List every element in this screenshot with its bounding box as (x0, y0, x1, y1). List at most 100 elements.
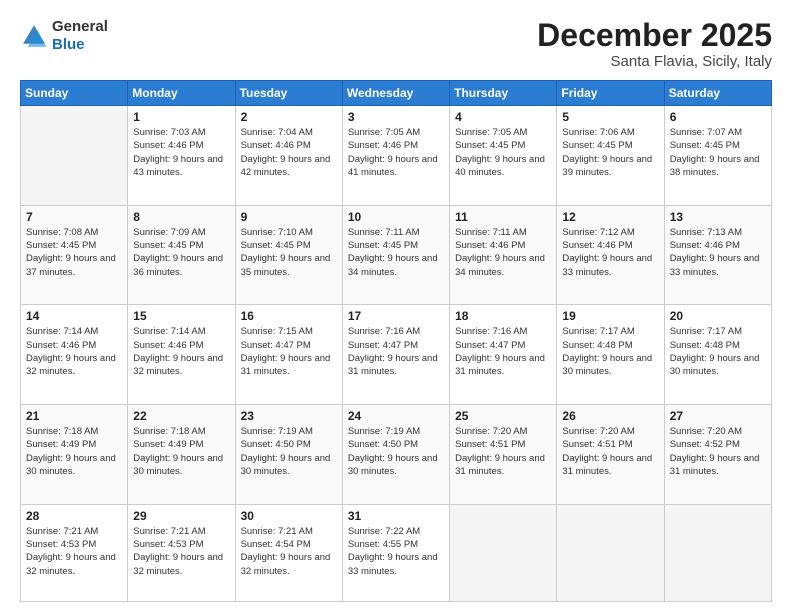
calendar-cell: 28Sunrise: 7:21 AMSunset: 4:53 PMDayligh… (21, 504, 128, 601)
day-info: Sunrise: 7:08 AMSunset: 4:45 PMDaylight:… (26, 226, 122, 279)
calendar-cell: 19Sunrise: 7:17 AMSunset: 4:48 PMDayligh… (557, 305, 664, 405)
calendar-cell: 29Sunrise: 7:21 AMSunset: 4:53 PMDayligh… (128, 504, 235, 601)
day-number: 15 (133, 309, 229, 323)
day-number: 22 (133, 409, 229, 423)
title-block: December 2025 Santa Flavia, Sicily, Ital… (537, 18, 772, 70)
weekday-header-sunday: Sunday (21, 81, 128, 106)
calendar-cell: 15Sunrise: 7:14 AMSunset: 4:46 PMDayligh… (128, 305, 235, 405)
calendar-cell (557, 504, 664, 601)
calendar-cell: 25 Sunrise: 7:20 AMSunset: 4:51 PMDayligh… (450, 405, 557, 505)
logo-text: General Blue (52, 18, 108, 54)
day-number: 9 (241, 210, 337, 224)
day-number: 13 (670, 210, 766, 224)
calendar-cell: 6 Sunrise: 7:07 AMSunset: 4:45 PMDaylight… (664, 106, 771, 206)
day-number: 14 (26, 309, 122, 323)
day-info: Sunrise: 7:15 AMSunset: 4:47 PMDaylight:… (241, 325, 337, 378)
calendar-cell: 23 Sunrise: 7:19 AMSunset: 4:50 PMDayligh… (235, 405, 342, 505)
weekday-header-monday: Monday (128, 81, 235, 106)
calendar-cell: 21 Sunrise: 7:18 AMSunset: 4:49 PMDayligh… (21, 405, 128, 505)
calendar-cell: 5 Sunrise: 7:06 AMSunset: 4:45 PMDaylight… (557, 106, 664, 206)
logo-general-text: General (52, 18, 108, 35)
day-info: Sunrise: 7:05 AMSunset: 4:46 PMDaylight:… (348, 126, 444, 179)
day-number: 18 (455, 309, 551, 323)
day-info: Sunrise: 7:20 AMSunset: 4:51 PMDaylight:… (562, 425, 658, 478)
calendar-cell: 30 Sunrise: 7:21 AMSunset: 4:54 PMDayligh… (235, 504, 342, 601)
month-title: December 2025 (537, 18, 772, 53)
day-number: 8 (133, 210, 229, 224)
calendar-cell: 10 Sunrise: 7:11 AMSunset: 4:45 PMDayligh… (342, 205, 449, 305)
day-info: Sunrise: 7:20 AMSunset: 4:51 PMDaylight:… (455, 425, 551, 478)
day-info: Sunrise: 7:11 AMSunset: 4:45 PMDaylight:… (348, 226, 444, 279)
day-number: 10 (348, 210, 444, 224)
day-info: Sunrise: 7:12 AMSunset: 4:46 PMDaylight:… (562, 226, 658, 279)
logo-blue-text: Blue (52, 36, 85, 53)
calendar-week-row: 28Sunrise: 7:21 AMSunset: 4:53 PMDayligh… (21, 504, 772, 601)
day-number: 12 (562, 210, 658, 224)
day-number: 31 (348, 509, 444, 523)
calendar-cell: 3Sunrise: 7:05 AMSunset: 4:46 PMDaylight… (342, 106, 449, 206)
day-info: Sunrise: 7:19 AMSunset: 4:50 PMDaylight:… (241, 425, 337, 478)
calendar-cell: 7 Sunrise: 7:08 AMSunset: 4:45 PMDaylight… (21, 205, 128, 305)
day-info: Sunrise: 7:06 AMSunset: 4:45 PMDaylight:… (562, 126, 658, 179)
day-info: Sunrise: 7:05 AMSunset: 4:45 PMDaylight:… (455, 126, 551, 179)
page: General Blue December 2025 Santa Flavia,… (0, 0, 792, 612)
day-number: 21 (26, 409, 122, 423)
calendar-cell: 9 Sunrise: 7:10 AMSunset: 4:45 PMDaylight… (235, 205, 342, 305)
day-number: 5 (562, 110, 658, 124)
day-info: Sunrise: 7:20 AMSunset: 4:52 PMDaylight:… (670, 425, 766, 478)
day-info: Sunrise: 7:10 AMSunset: 4:45 PMDaylight:… (241, 226, 337, 279)
weekday-header-saturday: Saturday (664, 81, 771, 106)
calendar-cell: 2 Sunrise: 7:04 AMSunset: 4:46 PMDaylight… (235, 106, 342, 206)
calendar-cell: 8 Sunrise: 7:09 AMSunset: 4:45 PMDaylight… (128, 205, 235, 305)
day-number: 1 (133, 110, 229, 124)
day-number: 20 (670, 309, 766, 323)
calendar-week-row: 21 Sunrise: 7:18 AMSunset: 4:49 PMDayligh… (21, 405, 772, 505)
calendar-cell: 31Sunrise: 7:22 AMSunset: 4:55 PMDayligh… (342, 504, 449, 601)
calendar-cell: 20Sunrise: 7:17 AMSunset: 4:48 PMDayligh… (664, 305, 771, 405)
calendar-cell: 13 Sunrise: 7:13 AMSunset: 4:46 PMDayligh… (664, 205, 771, 305)
calendar-cell: 24Sunrise: 7:19 AMSunset: 4:50 PMDayligh… (342, 405, 449, 505)
calendar-cell: 26Sunrise: 7:20 AMSunset: 4:51 PMDayligh… (557, 405, 664, 505)
calendar-cell: 4Sunrise: 7:05 AMSunset: 4:45 PMDaylight… (450, 106, 557, 206)
calendar-cell (664, 504, 771, 601)
calendar-cell (450, 504, 557, 601)
calendar-cell (21, 106, 128, 206)
calendar-cell: 22Sunrise: 7:18 AMSunset: 4:49 PMDayligh… (128, 405, 235, 505)
day-number: 27 (670, 409, 766, 423)
day-info: Sunrise: 7:07 AMSunset: 4:45 PMDaylight:… (670, 126, 766, 179)
day-number: 25 (455, 409, 551, 423)
day-number: 7 (26, 210, 122, 224)
day-number: 2 (241, 110, 337, 124)
calendar-cell: 1Sunrise: 7:03 AMSunset: 4:46 PMDaylight… (128, 106, 235, 206)
day-number: 24 (348, 409, 444, 423)
day-number: 30 (241, 509, 337, 523)
calendar-cell: 11Sunrise: 7:11 AMSunset: 4:46 PMDayligh… (450, 205, 557, 305)
calendar-cell: 18 Sunrise: 7:16 AMSunset: 4:47 PMDayligh… (450, 305, 557, 405)
day-number: 16 (241, 309, 337, 323)
day-number: 6 (670, 110, 766, 124)
day-info: Sunrise: 7:09 AMSunset: 4:45 PMDaylight:… (133, 226, 229, 279)
day-info: Sunrise: 7:04 AMSunset: 4:46 PMDaylight:… (241, 126, 337, 179)
day-info: Sunrise: 7:16 AMSunset: 4:47 PMDaylight:… (455, 325, 551, 378)
calendar-cell: 14 Sunrise: 7:14 AMSunset: 4:46 PMDayligh… (21, 305, 128, 405)
logo-icon (20, 22, 48, 50)
calendar-table: SundayMondayTuesdayWednesdayThursdayFrid… (20, 80, 772, 602)
day-info: Sunrise: 7:18 AMSunset: 4:49 PMDaylight:… (26, 425, 122, 478)
day-info: Sunrise: 7:14 AMSunset: 4:46 PMDaylight:… (26, 325, 122, 378)
day-number: 28 (26, 509, 122, 523)
calendar-week-row: 1Sunrise: 7:03 AMSunset: 4:46 PMDaylight… (21, 106, 772, 206)
weekday-header-friday: Friday (557, 81, 664, 106)
calendar-cell: 17 Sunrise: 7:16 AMSunset: 4:47 PMDayligh… (342, 305, 449, 405)
calendar-week-row: 14 Sunrise: 7:14 AMSunset: 4:46 PMDayligh… (21, 305, 772, 405)
weekday-header-wednesday: Wednesday (342, 81, 449, 106)
day-number: 17 (348, 309, 444, 323)
day-number: 23 (241, 409, 337, 423)
weekday-header-row: SundayMondayTuesdayWednesdayThursdayFrid… (21, 81, 772, 106)
day-number: 19 (562, 309, 658, 323)
calendar-cell: 27 Sunrise: 7:20 AMSunset: 4:52 PMDayligh… (664, 405, 771, 505)
day-info: Sunrise: 7:16 AMSunset: 4:47 PMDaylight:… (348, 325, 444, 378)
calendar-cell: 12 Sunrise: 7:12 AMSunset: 4:46 PMDayligh… (557, 205, 664, 305)
day-info: Sunrise: 7:13 AMSunset: 4:46 PMDaylight:… (670, 226, 766, 279)
day-info: Sunrise: 7:21 AMSunset: 4:54 PMDaylight:… (241, 525, 337, 578)
logo: General Blue (20, 18, 108, 54)
